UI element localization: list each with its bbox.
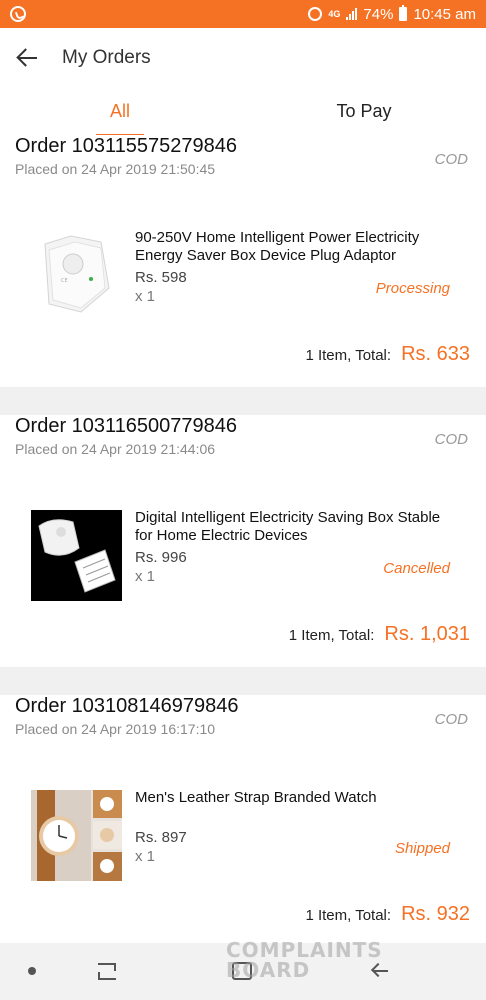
total-label: 1 Item, Total: bbox=[305, 907, 392, 924]
recent-apps-icon[interactable] bbox=[96, 961, 118, 981]
order-total: 1 Item, Total: Rs. 932 bbox=[305, 903, 470, 926]
order-total: 1 Item, Total: Rs. 633 bbox=[305, 343, 470, 366]
order-status: Cancelled bbox=[383, 560, 450, 577]
total-label: 1 Item, Total: bbox=[305, 347, 392, 364]
tab-to-pay[interactable]: To Pay bbox=[320, 88, 408, 135]
clock: 10:45 am bbox=[413, 5, 476, 23]
product-image[interactable]: CE bbox=[31, 230, 122, 321]
product-name[interactable]: Men's Leather Strap Branded Watch bbox=[135, 789, 455, 807]
order-placed-date: Placed on 24 Apr 2019 21:50:45 bbox=[15, 161, 216, 177]
order-status: Shipped bbox=[394, 840, 450, 857]
arrow-left-icon[interactable] bbox=[0, 28, 56, 88]
total-amount: Rs. 633 bbox=[401, 343, 470, 365]
svg-text:CE: CE bbox=[61, 278, 68, 284]
order-status: Processing bbox=[375, 280, 450, 297]
order-card[interactable]: Order 103108146979846 Placed on 24 Apr 2… bbox=[0, 695, 486, 947]
product-price: Rs. 897 bbox=[135, 829, 187, 846]
product-name[interactable]: 90-250V Home Intelligent Power Electrici… bbox=[135, 229, 455, 265]
payment-method: COD bbox=[434, 431, 468, 448]
watermark-line-2: BOARD bbox=[226, 958, 311, 982]
product-quantity: x 1 bbox=[135, 288, 156, 305]
signal-icon bbox=[346, 8, 358, 20]
tab-all[interactable]: All bbox=[96, 88, 144, 137]
payment-method: COD bbox=[434, 711, 468, 728]
total-amount: Rs. 1,031 bbox=[384, 623, 470, 645]
payment-method: COD bbox=[434, 151, 468, 168]
order-total: 1 Item, Total: Rs. 1,031 bbox=[289, 623, 470, 646]
app-bar: My Orders bbox=[0, 28, 486, 88]
watermark-line-1: COMPLAINTS bbox=[226, 938, 383, 962]
product-quantity: x 1 bbox=[135, 848, 156, 865]
status-bar: 4G 74% 10:45 am bbox=[0, 0, 486, 28]
product-name[interactable]: Digital Intelligent Electricity Saving B… bbox=[135, 509, 455, 545]
alarm-icon bbox=[308, 7, 323, 21]
product-price: Rs. 996 bbox=[135, 549, 187, 566]
product-image[interactable] bbox=[31, 790, 122, 881]
total-amount: Rs. 932 bbox=[401, 903, 470, 925]
product-price: Rs. 598 bbox=[135, 269, 187, 286]
battery-icon bbox=[399, 5, 408, 21]
order-card[interactable]: Order 103115575279846 Placed on 24 Apr 2… bbox=[0, 135, 486, 387]
page-title: My Orders bbox=[62, 47, 151, 68]
total-label: 1 Item, Total: bbox=[288, 627, 375, 644]
network-type: 4G bbox=[328, 8, 341, 19]
whatsapp-icon bbox=[10, 6, 26, 22]
order-tabs: All To Pay bbox=[0, 88, 486, 137]
assistant-dot-icon[interactable] bbox=[28, 967, 36, 975]
product-image[interactable] bbox=[31, 510, 122, 601]
watermark: COMPLAINTS BOARD bbox=[226, 940, 383, 980]
order-number: Order 103115575279846 bbox=[15, 135, 238, 157]
product-quantity: x 1 bbox=[135, 568, 156, 585]
order-number: Order 103108146979846 bbox=[15, 695, 239, 717]
order-card[interactable]: Order 103116500779846 Placed on 24 Apr 2… bbox=[0, 415, 486, 667]
order-placed-date: Placed on 24 Apr 2019 21:44:06 bbox=[15, 441, 216, 457]
order-number: Order 103116500779846 bbox=[15, 415, 238, 437]
battery-percent: 74% bbox=[363, 5, 394, 23]
order-placed-date: Placed on 24 Apr 2019 16:17:10 bbox=[15, 721, 216, 737]
